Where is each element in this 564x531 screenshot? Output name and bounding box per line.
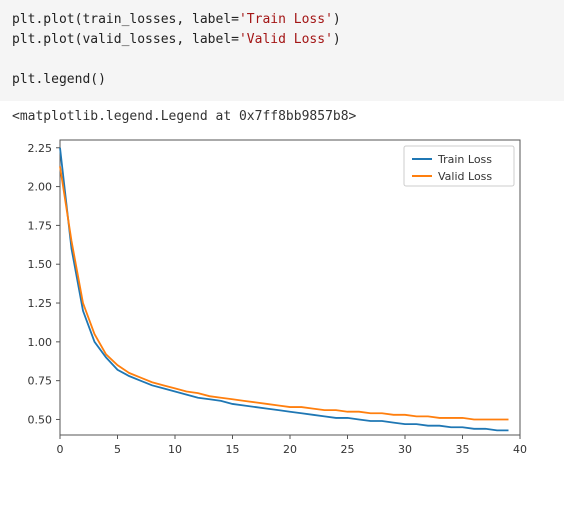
y-tick-label: 2.00: [28, 180, 53, 193]
y-tick-label: 0.75: [28, 374, 53, 387]
series-train-loss: [60, 147, 509, 430]
x-tick-label: 0: [57, 443, 64, 456]
legend-label: Valid Loss: [438, 170, 492, 183]
series-valid-loss: [60, 166, 509, 419]
x-tick-label: 40: [513, 443, 527, 456]
loss-chart: 0.50 0.75 1.00 1.25 1.50 1.75 2.00 2.25 0 5 10 15 20…: [12, 130, 532, 465]
y-tick-label: 1.25: [28, 297, 53, 310]
x-tick-label: 10: [168, 443, 182, 456]
x-tick-label: 30: [398, 443, 412, 456]
x-tick-label: 25: [341, 443, 355, 456]
code-line-2-pre: plt.plot(valid_losses, label=: [12, 32, 239, 47]
x-tick-label: 35: [456, 443, 470, 456]
output-repr: <matplotlib.legend.Legend at 0x7ff8bb985…: [0, 101, 564, 126]
y-tick-label: 1.50: [28, 258, 53, 271]
code-line-1-str: 'Train Loss': [239, 12, 333, 27]
code-line-4: plt.legend(): [12, 72, 106, 87]
code-line-1-post: ): [333, 12, 341, 27]
y-tick-label: 2.25: [28, 141, 53, 154]
x-tick-label: 15: [226, 443, 240, 456]
code-line-1-pre: plt.plot(train_losses, label=: [12, 12, 239, 27]
code-line-2-post: ): [333, 32, 341, 47]
x-tick-label: 5: [114, 443, 121, 456]
y-tick-label: 1.00: [28, 335, 53, 348]
code-line-2-str: 'Valid Loss': [239, 32, 333, 47]
y-tick-label: 1.75: [28, 219, 53, 232]
x-tick-label: 20: [283, 443, 297, 456]
y-tick-label: 0.50: [28, 413, 53, 426]
code-cell: plt.plot(train_losses, label='Train Loss…: [0, 0, 564, 101]
legend-label: Train Loss: [437, 153, 492, 166]
chart-container: 0.50 0.75 1.00 1.25 1.50 1.75 2.00 2.25 0 5 10 15 20…: [0, 126, 564, 481]
